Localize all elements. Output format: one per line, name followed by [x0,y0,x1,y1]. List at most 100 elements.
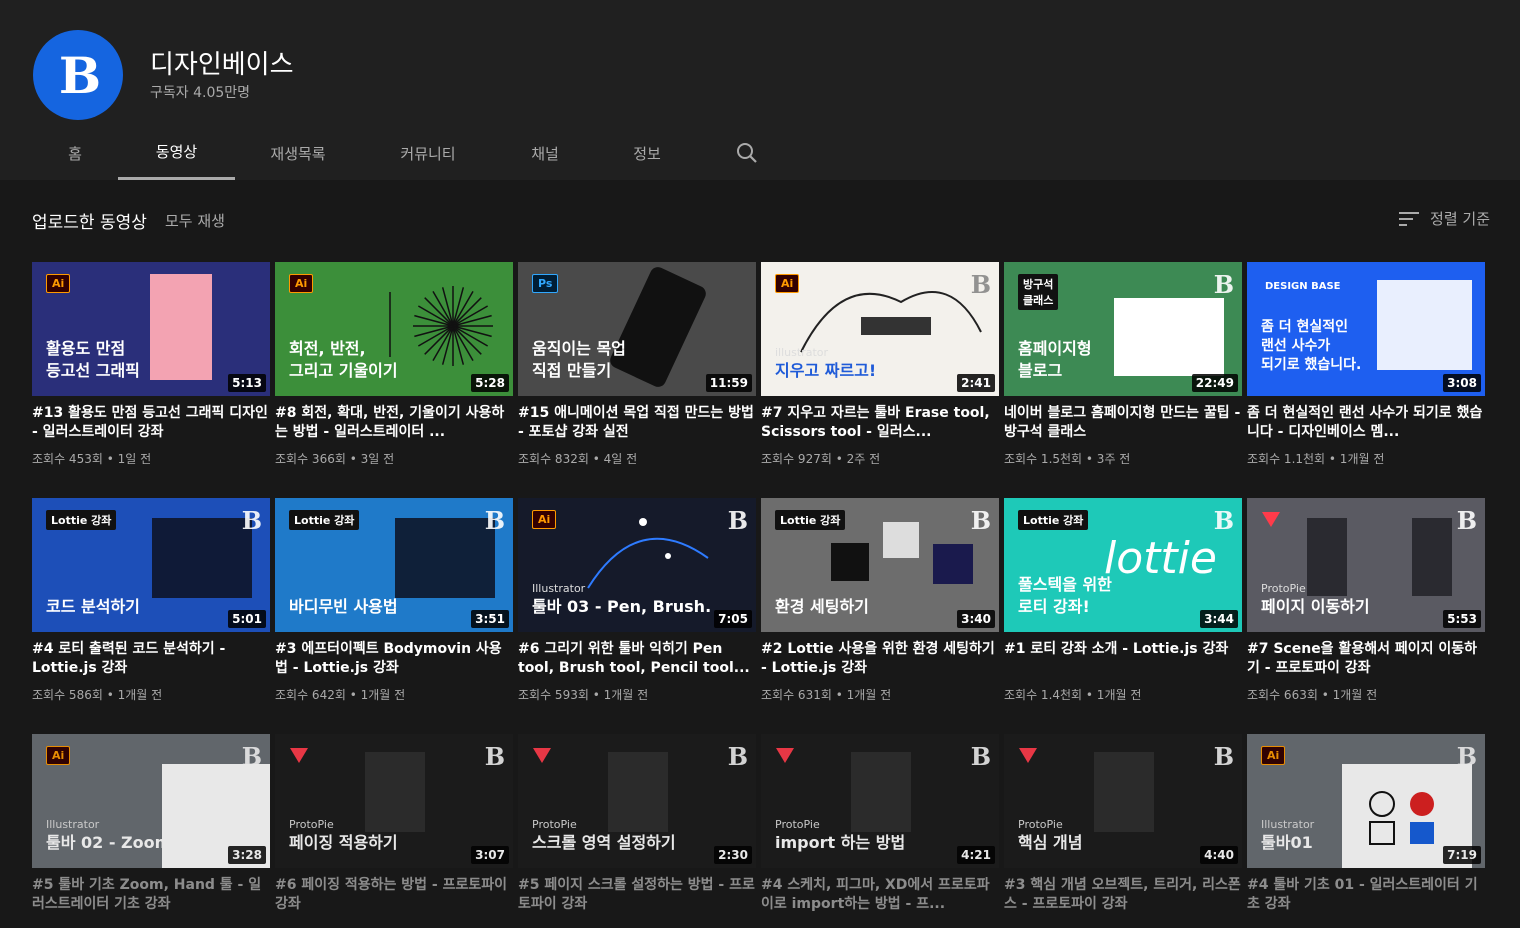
video-thumbnail[interactable]: B ProtoPie 핵심 개념 4:40 [1004,734,1242,868]
thumbnail-subtext: Illustrator [532,582,586,595]
video-thumbnail[interactable]: Ai B Illustrator 툴바 03 - Pen, Brush. 7:05 [518,498,756,632]
video-title[interactable]: #5 툴바 기초 Zoom, Hand 툴 - 일러스트레이터 기초 강좌 [32,876,270,914]
thumbnail-text: ProtoPie import 하는 방법 [775,818,905,854]
video-meta: 조회수 832회 • 4일 전 [518,452,638,466]
thumbnail-text: 홈페이지형 블로그 [1018,338,1092,382]
video-duration: 3:51 [471,610,509,628]
video-card[interactable]: Lottie 강좌 B 환경 세팅하기 3:40 #2 Lottie 사용을 위한 환경… [761,498,999,703]
video-title[interactable]: #6 그리기 위한 툴바 익히기 Pen tool, Brush tool, P… [518,640,756,678]
thumbnail-text: ProtoPie 페이지 이동하기 [1261,582,1370,618]
video-thumbnail[interactable]: lottie Lottie 강좌 B 풀스텍을 위한 로티 강좌! 3:44 [1004,498,1242,632]
video-thumbnail[interactable]: B ProtoPie import 하는 방법 4:21 [761,734,999,868]
thumbnail-art [395,518,495,598]
video-title[interactable]: 네이버 블로그 홈페이지형 만드는 꿀팁 - 방구석 클래스 [1004,404,1242,442]
video-thumbnail[interactable]: Lottie 강좌 B 환경 세팅하기 3:40 [761,498,999,632]
video-meta: 조회수 593회 • 1개월 전 [518,688,649,702]
video-title[interactable]: #3 핵심 개념 오브젝트, 트리거, 리스폰스 - 프로토파이 강좌 [1004,876,1242,914]
search-icon[interactable] [732,138,762,168]
video-thumbnail[interactable]: Lottie 강좌 B 코드 분석하기 5:01 [32,498,270,632]
video-card[interactable]: 좀 더 현실적인 랜선 사수가 되기로 했습니다. DESIGN BASE 3:08… [1247,262,1485,467]
video-thumbnail[interactable]: B ProtoPie 페이지 이동하기 5:53 [1247,498,1485,632]
video-title[interactable]: #8 회전, 확대, 반전, 기울이기 사용하는 방법 - 일러스트레이터 ..… [275,404,513,442]
video-duration: 22:49 [1191,374,1238,392]
thumbnail-title: 활용도 만점 등고선 그래픽 [46,339,140,380]
channel-logo-icon: B [970,506,991,535]
video-title[interactable]: #4 스케치, 피그마, XD에서 프로토파이로 import하는 방법 - 프… [761,876,999,914]
video-duration: 3:28 [228,846,266,864]
video-card[interactable]: Lottie 강좌 B 바디무빈 사용법 3:51 #3 에프터이펙트 Bodymovi… [275,498,513,703]
thumbnail-title: 풀스텍을 위한 로티 강좌! [1018,575,1112,616]
video-thumbnail[interactable]: Lottie 강좌 B 바디무빈 사용법 3:51 [275,498,513,632]
illustrator-badge: Ai [289,274,314,293]
video-duration: 4:40 [1200,846,1238,864]
video-thumbnail[interactable]: 방구석 클래스 B 홈페이지형 블로그 22:49 [1004,262,1242,396]
video-duration: 3:40 [957,610,995,628]
thumbnail-text: Illustrator 툴바 03 - Pen, Brush. [532,582,711,618]
video-card[interactable]: B ProtoPie 페이지 이동하기 5:53 #7 Scene을 활용해서 페이지 … [1247,498,1485,703]
thumbnail-text: 풀스텍을 위한 로티 강좌! [1018,574,1112,618]
video-thumbnail[interactable]: Ai 회전, 반전, 그리고 기울이기 5:28 [275,262,513,396]
video-title[interactable]: #1 로티 강좌 소개 - Lottie.js 강좌 [1004,640,1242,678]
video-title[interactable]: #2 Lottie 사용을 위한 환경 세팅하기 - Lottie.js 강좌 [761,640,999,678]
video-card[interactable]: Ai 회전, 반전, 그리고 기울이기 5:28 #8 회전, 확대, 반전, 기울이… [275,262,513,467]
video-card[interactable]: Ai B Illustrator 툴바 03 - Pen, Brush. 7:05 #6 … [518,498,756,703]
protopie-icon [1261,510,1281,528]
tab-community[interactable]: 커뮤니티 [378,126,478,180]
tab-videos[interactable]: 동영상 [118,126,235,180]
video-card[interactable]: Ps 움직이는 목업 직접 만들기 11:59 #15 애니메이션 목업 직접 만드는… [518,262,756,467]
channel-logo-icon: B [1213,742,1234,771]
thumbnail-art [152,518,252,598]
video-card[interactable]: lottie Lottie 강좌 B 풀스텍을 위한 로티 강좌! 3:44 #1 로티 … [1004,498,1242,703]
video-title[interactable]: #13 활용도 만점 등고선 그래픽 디자인 - 일러스트레이터 강좌 [32,404,270,442]
thumbnail-text: ProtoPie 핵심 개념 [1018,818,1082,854]
video-title[interactable]: #5 페이지 스크롤 설정하는 방법 - 프로토파이 강좌 [518,876,756,914]
video-title[interactable]: #15 애니메이션 목업 직접 만드는 방법 - 포토샵 강좌 실전 [518,404,756,442]
video-thumbnail[interactable]: 좀 더 현실적인 랜선 사수가 되기로 했습니다. DESIGN BASE 3:08 [1247,262,1485,396]
sort-button[interactable]: 정렬 기준 [1398,208,1490,229]
video-thumbnail[interactable]: Ai B Illustrator 툴바 02 - Zoom, Hand 3:28 [32,734,270,868]
video-thumbnail[interactable]: Ai Billustrator 지우고 짜르고! 2:41 [761,262,999,396]
channel-avatar[interactable]: B [33,30,123,120]
video-meta: 조회수 586회 • 1개월 전 [32,688,163,702]
thumbnail-subtext: illustrator [775,346,829,359]
video-card[interactable]: B ProtoPie 페이징 적용하기 3:07 #6 페이징 적용하는 방법 - 프로… [275,734,513,914]
video-title[interactable]: #3 에프터이펙트 Bodymovin 사용법 - Lottie.js 강좌 [275,640,513,678]
video-title[interactable]: 좀 더 현실적인 랜선 사수가 되기로 했습니다 - 디자인베이스 멤... [1247,404,1485,442]
play-all-link[interactable]: 모두 재생 [165,210,225,231]
thumbnail-title: 바디무빈 사용법 [289,597,398,616]
video-thumbnail[interactable]: Ps 움직이는 목업 직접 만들기 11:59 [518,262,756,396]
video-thumbnail[interactable]: Ai 활용도 만점 등고선 그래픽 5:13 [32,262,270,396]
thumbnail-text: 활용도 만점 등고선 그래픽 [46,338,140,382]
video-card[interactable]: 방구석 클래스 B 홈페이지형 블로그 22:49 네이버 블로그 홈페이지형 만드는 … [1004,262,1242,467]
video-thumbnail[interactable]: B ProtoPie 스크롤 영역 설정하기 2:30 [518,734,756,868]
channel-header: B 디자인베이스 구독자 4.05만명 홈 동영상 재생목록 커뮤니티 채널 정… [0,0,1520,180]
video-card[interactable]: B ProtoPie 스크롤 영역 설정하기 2:30 #5 페이지 스크롤 설정하는 … [518,734,756,914]
thumbnail-subtext: ProtoPie [532,818,577,831]
illustrator-badge: Ai [1261,746,1286,765]
video-card[interactable]: Ai 활용도 만점 등고선 그래픽 5:13 #13 활용도 만점 등고선 그래픽 디… [32,262,270,467]
video-title[interactable]: #6 페이징 적용하는 방법 - 프로토파이 강좌 [275,876,513,914]
video-card[interactable]: Ai B Illustrator 툴바01 7:19 #4 툴바 기초 01 - 일러스트… [1247,734,1485,914]
video-title[interactable]: #4 툴바 기초 01 - 일러스트레이터 기초 강좌 [1247,876,1485,914]
video-title[interactable]: #7 지우고 자르는 툴바 Erase tool, Scissors tool … [761,404,999,442]
protopie-icon [289,746,309,764]
sort-icon [1399,211,1420,226]
tab-playlists[interactable]: 재생목록 [248,126,348,180]
video-title[interactable]: #7 Scene을 활용해서 페이지 이동하기 - 프로토파이 강좌 [1247,640,1485,678]
video-card[interactable]: Lottie 강좌 B 코드 분석하기 5:01 #4 로티 출력된 코드 분석하기 -… [32,498,270,703]
video-card[interactable]: Ai Billustrator 지우고 짜르고! 2:41 #7 지우고 자르는 툴바 … [761,262,999,467]
tab-home[interactable]: 홈 [38,126,112,180]
channel-logo-icon: B [1456,742,1477,771]
tab-channels[interactable]: 채널 [508,126,582,180]
video-title[interactable]: #4 로티 출력된 코드 분석하기 - Lottie.js 강좌 [32,640,270,678]
video-card[interactable]: B ProtoPie 핵심 개념 4:40 #3 핵심 개념 오브젝트, 트리거, 리스… [1004,734,1242,914]
video-thumbnail[interactable]: B ProtoPie 페이징 적용하기 3:07 [275,734,513,868]
video-card[interactable]: Ai B Illustrator 툴바 02 - Zoom, Hand 3:28 #5 툴… [32,734,270,914]
video-card[interactable]: B ProtoPie import 하는 방법 4:21 #4 스케치, 피그마, XD… [761,734,999,914]
thumbnail-title: 페이지 이동하기 [1261,597,1370,616]
tab-about[interactable]: 정보 [610,126,684,180]
thumbnail-subtext: ProtoPie [1261,582,1306,595]
video-thumbnail[interactable]: Ai B Illustrator 툴바01 7:19 [1247,734,1485,868]
channel-logo-icon: B [484,506,505,535]
thumbnail-title: 홈페이지형 블로그 [1018,339,1092,380]
